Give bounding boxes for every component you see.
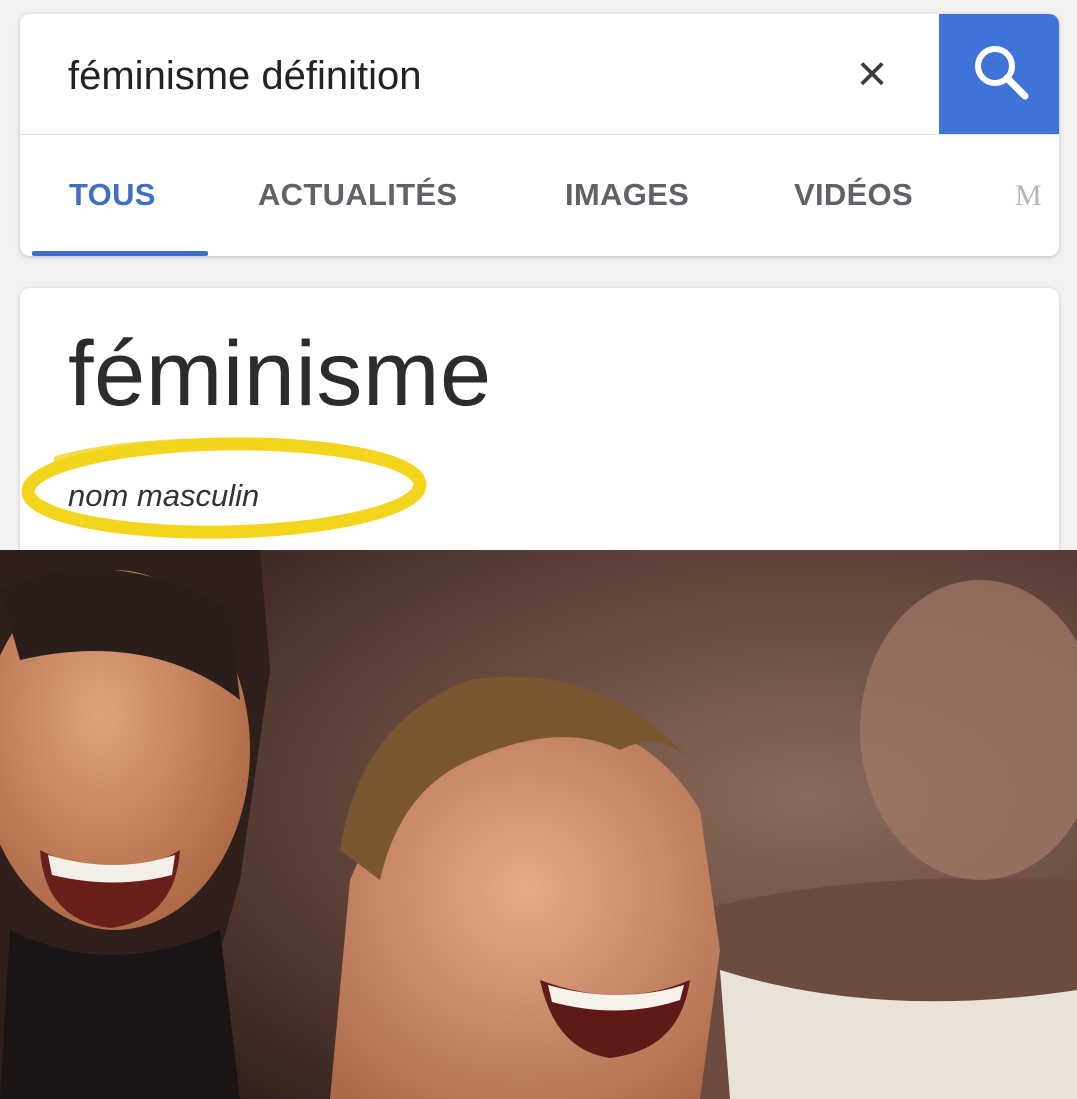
definition-word: féminisme	[68, 323, 492, 425]
tab-videos[interactable]: VIDÉOS	[794, 177, 913, 213]
close-icon[interactable]: ×	[848, 48, 896, 100]
search-input[interactable]: féminisme définition	[68, 54, 422, 99]
tab-more[interactable]: M	[1015, 179, 1042, 213]
part-of-speech: nom masculin	[68, 478, 260, 513]
search-button[interactable]	[939, 14, 1059, 134]
tab-images[interactable]: IMAGES	[565, 177, 689, 213]
search-icon	[975, 46, 1029, 100]
search-bar: féminisme définition ×	[20, 14, 1059, 134]
definition-card: féminisme nom masculin	[20, 288, 1059, 568]
search-card: féminisme définition × TOUS ACTUALITÉS I…	[20, 14, 1059, 256]
meme-photo	[0, 550, 1077, 1099]
tab-actualites[interactable]: ACTUALITÉS	[258, 177, 457, 213]
tab-tous[interactable]: TOUS	[69, 177, 156, 213]
tab-bar: TOUS ACTUALITÉS IMAGES VIDÉOS M	[20, 135, 1059, 256]
active-tab-indicator	[32, 251, 208, 256]
